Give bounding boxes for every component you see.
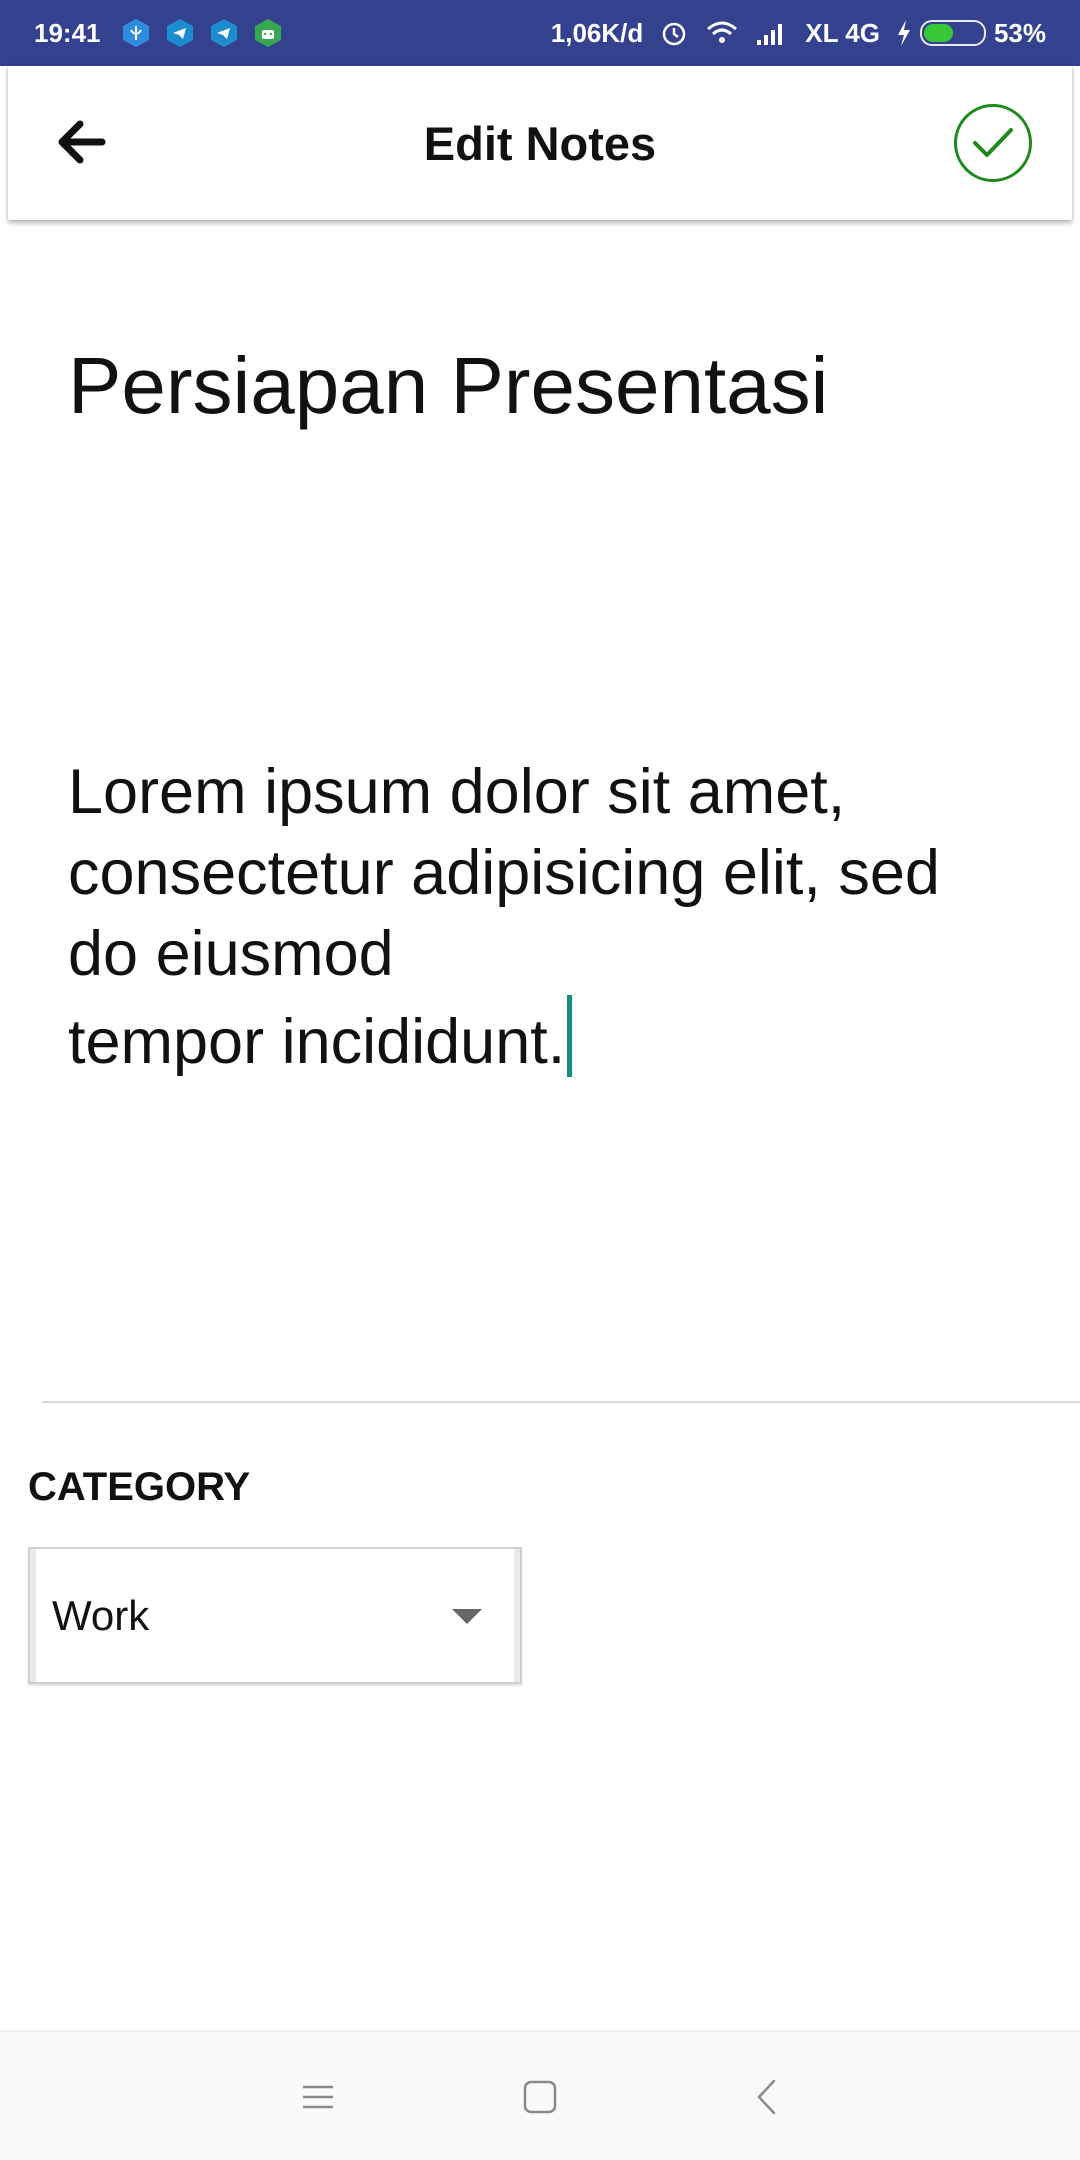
battery-indicator: 53% — [896, 18, 1046, 49]
check-circle-icon — [973, 128, 1013, 157]
android-icon — [254, 19, 281, 47]
save-button[interactable] — [954, 104, 1032, 182]
page-title: Edit Notes — [423, 116, 657, 170]
back-icon — [757, 2079, 776, 2115]
menu-button[interactable] — [283, 2062, 353, 2132]
status-right: 1,06K/d XL 4G 53% — [551, 18, 1046, 49]
edit-notes-screen: 19:41 1,06K/d XL 4G 53% Edit Notes Persi… — [0, 0, 1080, 2160]
telegram-icon — [210, 19, 237, 47]
wifi-icon — [707, 21, 738, 43]
battery-percent: 53% — [993, 17, 1046, 48]
navigation-bar — [0, 2030, 1080, 2160]
menu-icon — [303, 2085, 333, 2109]
battery-icon — [919, 20, 986, 46]
status-left: 19:41 — [34, 18, 283, 49]
back-button[interactable] — [48, 109, 114, 175]
status-time: 19:41 — [34, 17, 101, 48]
battery-fill — [923, 24, 953, 42]
divider — [42, 1401, 1080, 1403]
carrier-label: XL 4G — [805, 17, 880, 48]
alarm-icon — [663, 22, 686, 46]
nav-back-button[interactable] — [732, 2062, 802, 2132]
note-body-text: Lorem ipsum dolor sit amet, consectetur … — [68, 757, 940, 1077]
network-speed: 1,06K/d — [550, 17, 644, 48]
telegram-icon — [166, 19, 193, 47]
vpn-shield-icon — [122, 19, 149, 47]
category-selected-value: Work — [52, 1591, 150, 1639]
arrow-left-icon — [58, 120, 106, 164]
note-title-field[interactable]: Persiapan Presentasi — [68, 338, 1028, 434]
home-icon — [523, 2080, 557, 2114]
app-bar: Edit Notes — [8, 66, 1072, 220]
home-button[interactable] — [505, 2062, 575, 2132]
text-cursor — [567, 995, 573, 1077]
category-select[interactable]: Work — [28, 1547, 522, 1684]
status-bar: 19:41 1,06K/d XL 4G 53% — [0, 0, 1080, 66]
category-label: CATEGORY — [28, 1465, 251, 1509]
dropdown-arrow-icon — [452, 1609, 482, 1624]
charging-icon — [897, 20, 910, 46]
signal-icon — [757, 24, 783, 45]
